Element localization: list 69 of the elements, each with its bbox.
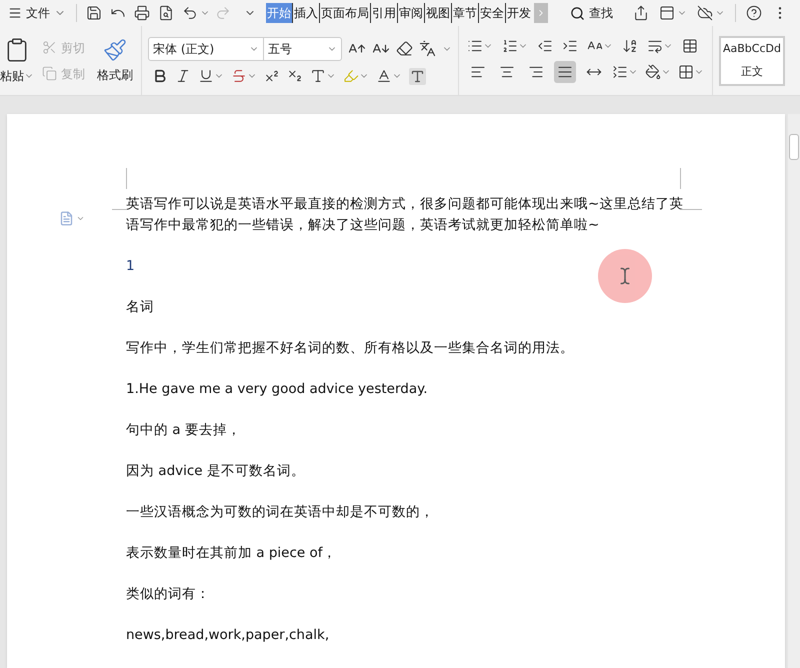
char-shading-button[interactable] — [409, 68, 426, 84]
search-button[interactable]: 查找 — [570, 4, 613, 22]
line-spacing-icon[interactable] — [612, 64, 628, 80]
shading-icon[interactable] — [645, 64, 661, 80]
text-effect-icon[interactable] — [310, 68, 326, 84]
subscript-icon[interactable] — [287, 68, 303, 84]
superscript-icon[interactable] — [264, 68, 280, 84]
table-icon[interactable] — [682, 38, 698, 54]
print-preview-icon[interactable] — [158, 5, 174, 21]
ribbon-tab[interactable]: 安全 — [478, 3, 505, 23]
ribbon-tab[interactable]: 插入 — [292, 3, 319, 23]
ribbon-tab[interactable]: 页面布局 — [319, 3, 370, 23]
style-name: 正文 — [741, 64, 763, 80]
help-icon[interactable] — [746, 5, 762, 21]
style-sample: AaBbCcDd — [723, 41, 781, 57]
paragraph: 表示数量时在其前加 a piece of， — [126, 544, 337, 563]
paragraph: 因为 advice 是不可数名词。 — [126, 462, 305, 481]
undo-icon[interactable] — [182, 5, 198, 21]
paragraph: 类似的词有： — [126, 585, 210, 604]
clear-format-icon[interactable] — [396, 40, 413, 57]
italic-icon[interactable] — [175, 68, 191, 84]
save-icon[interactable] — [86, 5, 102, 21]
font-field[interactable]: 宋体 (正文) 五号 — [148, 36, 342, 60]
print-icon[interactable] — [134, 5, 150, 21]
file-menu[interactable]: 文件 — [4, 2, 70, 24]
align-left-icon — [470, 64, 486, 80]
borders-icon[interactable] — [678, 64, 694, 80]
align-center-icon — [499, 64, 515, 80]
scissors-icon — [42, 40, 57, 55]
paragraph-marker-icon[interactable] — [59, 211, 74, 226]
numbered-list-icon[interactable] — [502, 38, 518, 54]
decrease-indent-icon[interactable] — [537, 38, 553, 54]
format-painter-icon — [103, 38, 127, 62]
paragraph: 1 — [126, 257, 135, 276]
ribbon-tab[interactable]: 开发 — [505, 3, 532, 23]
paragraph: 一些汉语概念为可数的词在英语中却是不可数的， — [126, 503, 434, 522]
align-button[interactable] — [554, 61, 576, 83]
font-color-icon[interactable] — [376, 68, 392, 84]
style-preview[interactable]: AaBbCcDd 正文 — [719, 36, 785, 86]
copy-icon — [42, 66, 57, 81]
line-wrap-icon[interactable] — [647, 38, 663, 54]
ribbon-tab[interactable]: 章节 — [451, 3, 478, 23]
search-icon — [570, 6, 585, 20]
bold-icon[interactable] — [152, 68, 168, 84]
align-justify-icon — [557, 64, 573, 80]
caret-icon[interactable] — [76, 214, 85, 223]
char-shading-icon — [410, 68, 425, 84]
paragraph: 1.He gave me a very good advice yesterday. — [126, 380, 428, 399]
phonetic-guide-icon[interactable] — [419, 40, 436, 57]
scroll-thumb[interactable] — [789, 134, 799, 160]
sort-icon[interactable] — [622, 38, 638, 54]
strikethrough-icon[interactable] — [231, 68, 247, 84]
ribbon-tab[interactable]: 审阅 — [397, 3, 424, 23]
align-right-icon — [528, 64, 544, 80]
ribbon-tab[interactable]: 引用 — [370, 3, 397, 23]
scrollbar[interactable] — [788, 114, 800, 668]
share-icon[interactable] — [633, 5, 649, 21]
paste-button[interactable]: 粘贴 — [0, 36, 34, 84]
format-painter-button[interactable]: 格式刷 — [97, 38, 133, 84]
paragraph: 英语写作可以说是英语水平最直接的检测方式，很多问题都可能体现出来哦~这里总结了英语写作中最常犯的一些错误，解决了这些问题，英语考试就更加轻松简单啦~ — [126, 195, 684, 235]
paragraph: 句中的 a 要去掉， — [126, 421, 241, 440]
ribbon-tab[interactable]: 视图 — [424, 3, 451, 23]
paragraph: 名词 — [126, 298, 154, 317]
underline-icon[interactable] — [198, 68, 214, 84]
paragraph: news,bread,work,paper,chalk, — [126, 626, 330, 645]
menu-icon — [8, 6, 22, 20]
paragraph: 写作中，学生们常把握不好名词的数、所有格以及一些集合名词的用法。 — [126, 339, 574, 358]
increase-indent-icon[interactable] — [562, 38, 578, 54]
cloud-icon[interactable] — [697, 5, 713, 21]
